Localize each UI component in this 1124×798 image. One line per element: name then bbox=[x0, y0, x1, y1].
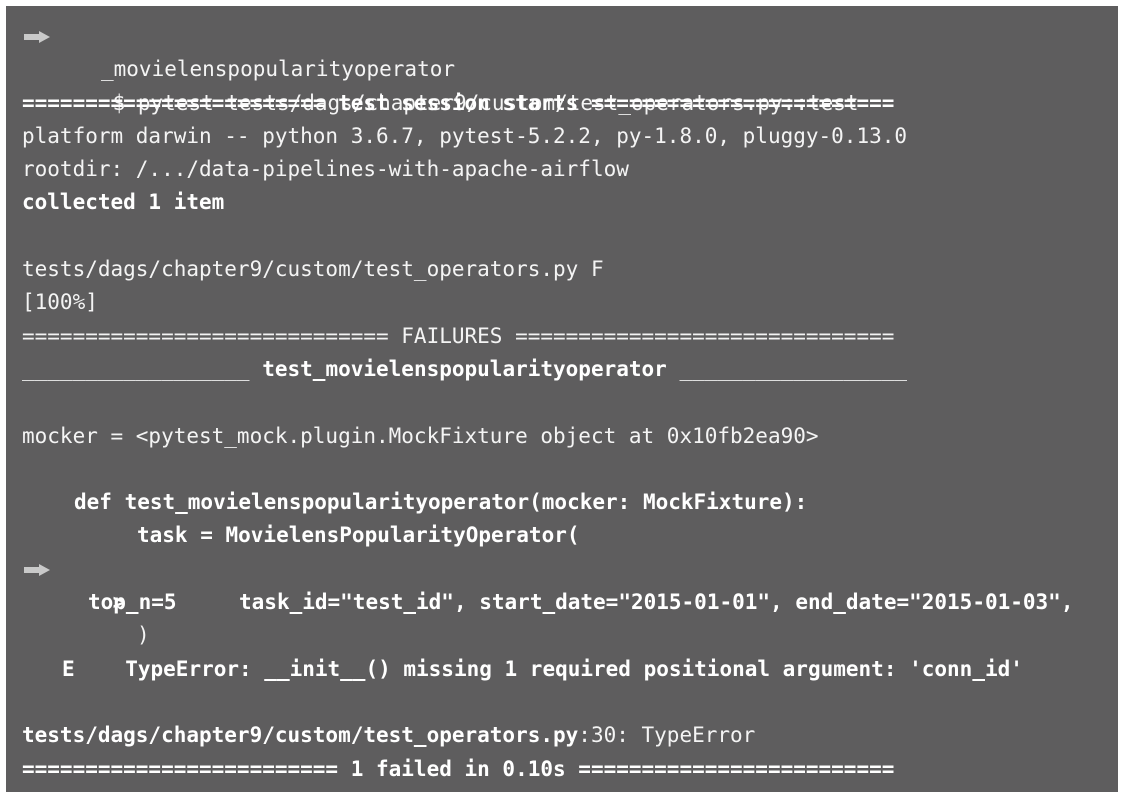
separator-left: __________________ bbox=[22, 356, 250, 381]
collected-info: collected 1 item bbox=[22, 190, 225, 215]
failed-test-title: __________________ test_movielenspopular… bbox=[6, 353, 1118, 386]
command-line: $ pytest tests/dags/chapter9/custom/test… bbox=[6, 20, 1118, 115]
session-header: ======================== test session st… bbox=[22, 90, 895, 115]
summary-line: ========================= 1 failed in 0.… bbox=[22, 756, 895, 781]
test-file-result: tests/dags/chapter9/custom/test_operator… bbox=[22, 257, 604, 282]
mocker-line: mocker = <pytest_mock.plugin.MockFixture… bbox=[22, 423, 819, 448]
error-message: TypeError: __init__() missing 1 required… bbox=[74, 656, 1023, 681]
arrow-right-icon bbox=[24, 31, 50, 43]
code-def-line: def test_movielenspopularityoperator(moc… bbox=[74, 490, 808, 515]
error-location: tests/dags/chapter9/custom/test_operator… bbox=[6, 719, 1118, 752]
code-task-line: task = MovielensPopularityOperator( bbox=[137, 523, 580, 548]
arrow-right-icon bbox=[24, 563, 50, 576]
terminal-output: $ pytest tests/dags/chapter9/custom/test… bbox=[6, 6, 1118, 792]
failures-header: ============================= FAILURES =… bbox=[22, 323, 895, 348]
rootdir-info: rootdir: /.../data-pipelines-with-apache… bbox=[22, 157, 629, 182]
error-location-rest: :30: TypeError bbox=[578, 723, 756, 748]
separator-right: __________________ bbox=[679, 356, 908, 381]
platform-info: platform darwin -- python 3.6.7, pytest-… bbox=[22, 123, 908, 148]
error-line: E TypeError: __init__() missing 1 requir… bbox=[6, 653, 1118, 686]
code-args-line: > task_id="test_id", start_date="2015-01… bbox=[6, 553, 1118, 614]
command-continuation: _movielenspopularityoperator bbox=[101, 57, 456, 82]
error-marker: E bbox=[62, 656, 75, 681]
error-location-file: tests/dags/chapter9/custom/test_operator… bbox=[22, 723, 579, 748]
failed-test-name: test_movielenspopularityoperator bbox=[262, 356, 667, 381]
code-topn-line: top_n=5 bbox=[88, 590, 177, 615]
code-close-paren: ) bbox=[137, 623, 150, 648]
progress-percent: [100%] bbox=[22, 290, 98, 315]
